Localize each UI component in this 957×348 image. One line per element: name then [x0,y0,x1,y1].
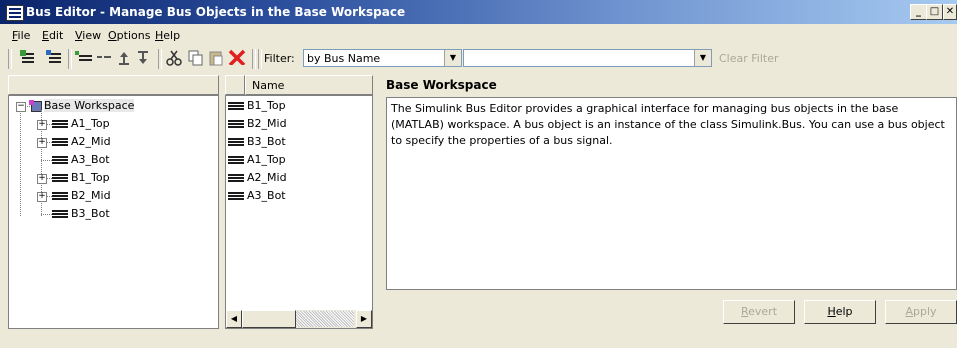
apply-button[interactable]: Apply [885,300,957,324]
tree-header [8,75,219,95]
toolbar: Filter: by Bus Name ▼ ▼ Clear Filter [0,46,957,72]
toolbar-separator [68,49,72,69]
bus-icon [52,137,68,147]
bus-icon [52,173,68,183]
insert-bus-element-icon[interactable] [75,50,93,66]
tree-line [41,214,52,215]
filter-text-combo[interactable]: ▼ [463,49,712,67]
toolbar-separator [158,49,162,69]
horizontal-scrollbar[interactable]: ◀ ▶ [226,310,372,328]
list-item[interactable]: A1_Top [228,152,286,168]
tree-node-b2-mid[interactable]: B2_Mid [52,188,111,204]
menu-options[interactable]: Options [108,29,150,42]
maximize-button[interactable]: □ [926,4,943,20]
cut-icon[interactable] [166,50,182,66]
detail-title: Base Workspace [386,78,497,92]
title-bar[interactable]: Bus Editor - Manage Bus Objects in the B… [0,0,957,24]
bus-icon [228,155,244,165]
help-button[interactable]: Help [804,300,876,324]
minimize-button[interactable]: _ [910,4,927,20]
expand-icon[interactable]: + [37,138,47,148]
bus-icon [228,191,244,201]
list-header-left [225,75,245,95]
tree-node-b3-bot[interactable]: B3_Bot [52,206,110,222]
menu-edit[interactable]: Edit [42,29,63,42]
list-item[interactable]: A3_Bot [228,188,286,204]
tree-line [41,160,52,161]
list-item[interactable]: B1_Top [228,98,286,114]
tree-line [20,110,21,216]
tree-node-a1-top[interactable]: A1_Top [52,116,110,132]
paste-icon[interactable] [208,50,224,66]
filter-by-dropdown[interactable]: by Bus Name ▼ [303,49,462,67]
bus-list[interactable]: B1_Top B2_Mid B3_Bot A1_Top A2_Mid A3_Bo… [225,95,373,329]
scroll-right-icon[interactable]: ▶ [356,310,372,328]
copy-icon[interactable] [188,50,204,66]
bus-icon [228,119,244,129]
bus-icon [228,173,244,183]
detail-description[interactable]: The Simulink Bus Editor provides a graph… [386,97,957,290]
bus-icon [228,101,244,111]
menu-file[interactable]: File [12,29,30,42]
tree-root-base-workspace[interactable]: Base Workspace [29,98,135,114]
tree-node-b1-top[interactable]: B1_Top [52,170,110,186]
tree-node-a2-mid[interactable]: A2_Mid [52,134,111,150]
list-item[interactable]: B2_Mid [228,116,287,132]
expand-icon[interactable]: + [37,174,47,184]
remove-element-icon[interactable] [96,50,112,66]
expand-icon[interactable]: + [37,120,47,130]
delete-icon[interactable] [228,49,246,65]
move-down-icon[interactable] [136,50,150,66]
chevron-down-icon[interactable]: ▼ [444,50,461,66]
add-bus-element-icon[interactable] [46,50,64,66]
chevron-down-icon[interactable]: ▼ [694,50,711,66]
bus-icon [52,155,68,165]
clear-filter-button[interactable]: Clear Filter [719,52,779,65]
workspace-tree[interactable]: − Base Workspace + A1_Top + A2_Mid A3_Bo… [8,95,219,329]
scrollbar-track[interactable] [296,311,354,327]
window-title: Bus Editor - Manage Bus Objects in the B… [26,5,406,19]
menu-help[interactable]: Help [155,29,180,42]
filter-label: Filter: [264,52,295,65]
scrollbar-thumb[interactable] [242,310,296,328]
revert-button[interactable]: Revert [723,300,795,324]
add-bus-icon[interactable] [20,50,38,66]
bus-editor-app-icon[interactable] [6,5,24,21]
bus-icon [52,209,68,219]
scroll-left-icon[interactable]: ◀ [226,310,242,328]
tree-node-a3-bot[interactable]: A3_Bot [52,152,110,168]
toolbar-separator [258,49,262,69]
bus-icon [52,119,68,129]
bus-icon [228,137,244,147]
toolbar-grip[interactable] [8,49,12,69]
collapse-root-icon[interactable]: − [16,102,26,112]
filter-by-value: by Bus Name [307,52,381,65]
bus-icon [52,191,68,201]
tree-line [25,106,30,107]
toolbar-separator [252,49,256,69]
list-item[interactable]: B3_Bot [228,134,286,150]
name-column-header[interactable]: Name [245,75,373,95]
list-item[interactable]: A2_Mid [228,170,287,186]
move-up-icon[interactable] [117,50,131,66]
expand-icon[interactable]: + [37,192,47,202]
menu-view[interactable]: View [75,29,101,42]
close-button[interactable]: ✕ [943,4,957,20]
